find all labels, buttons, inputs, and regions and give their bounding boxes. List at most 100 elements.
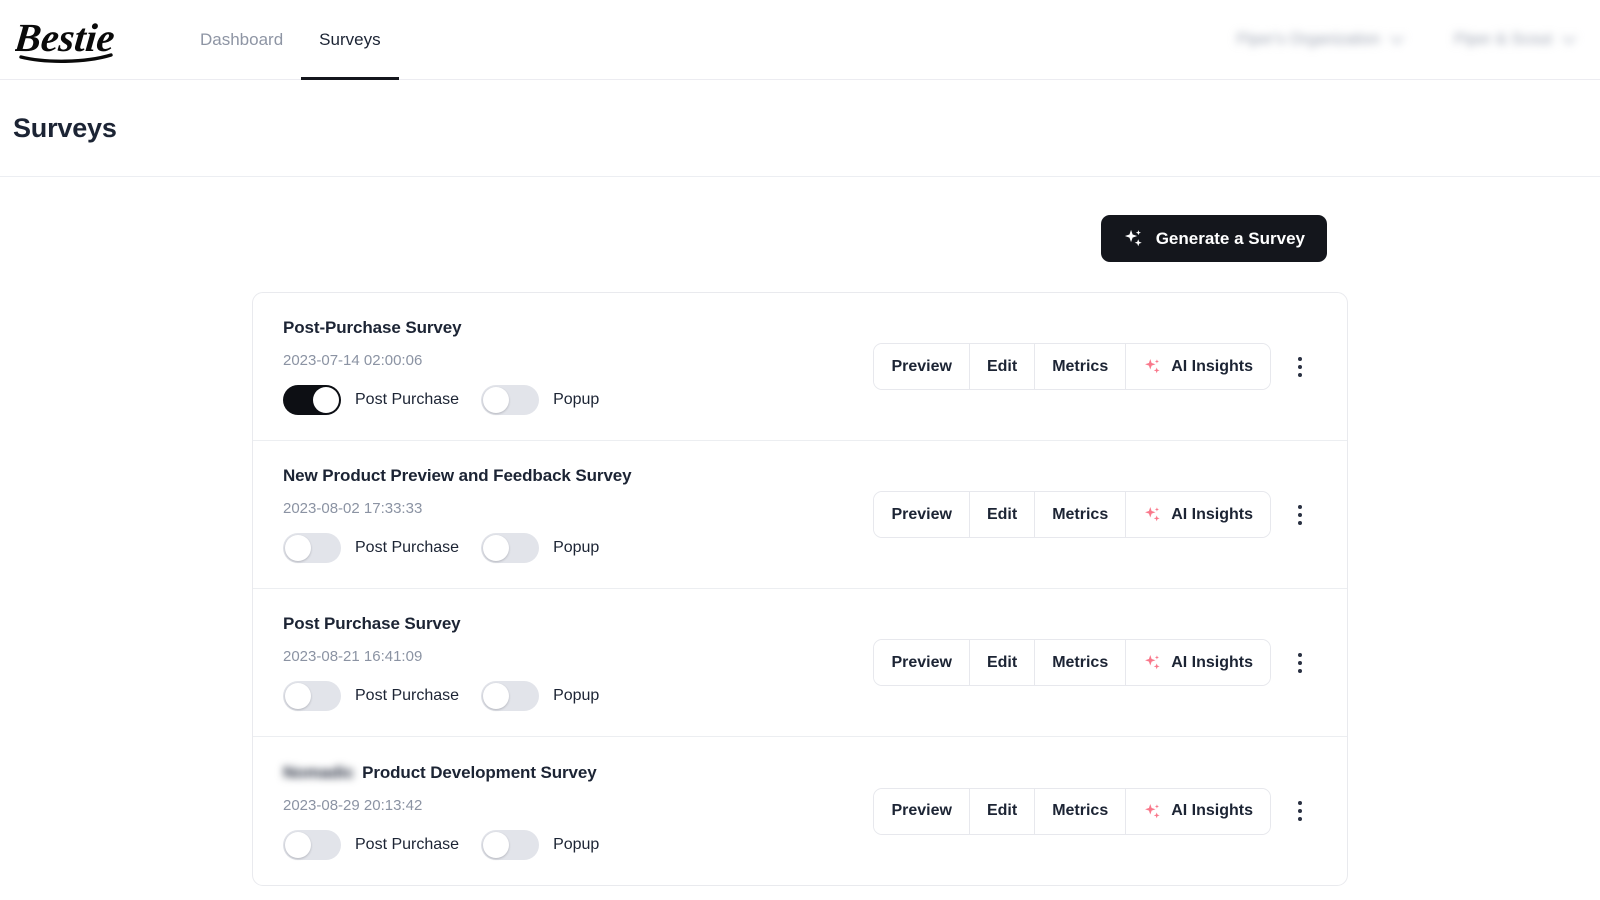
post-purchase-toggle[interactable] <box>283 830 341 860</box>
ai-insights-button[interactable]: AI Insights <box>1125 789 1270 834</box>
preview-button-label: Preview <box>891 654 951 672</box>
preview-button[interactable]: Preview <box>874 640 968 685</box>
preview-button-label: Preview <box>891 802 951 820</box>
metrics-button-label: Metrics <box>1052 506 1108 524</box>
post-purchase-toggle-label: Post Purchase <box>355 539 459 557</box>
post-purchase-toggle-group: Post Purchase <box>283 385 459 415</box>
survey-title: Post Purchase Survey <box>283 614 873 634</box>
survey-info: New Product Preview and Feedback Survey … <box>283 466 873 563</box>
popup-toggle[interactable] <box>481 830 539 860</box>
page-title-bar: Surveys <box>0 80 1600 177</box>
organization-switcher[interactable]: Piper's Organization <box>1237 31 1403 49</box>
toggle-knob <box>483 387 509 413</box>
ai-insights-button-label: AI Insights <box>1171 358 1253 376</box>
survey-timestamp: 2023-08-02 17:33:33 <box>283 500 873 517</box>
surveys-list-card: Post-Purchase Survey 2023-07-14 02:00:06… <box>252 292 1348 886</box>
toggle-knob <box>285 535 311 561</box>
ai-insights-button[interactable]: AI Insights <box>1125 492 1270 537</box>
popup-toggle-label: Popup <box>553 687 599 705</box>
chevron-down-icon <box>1562 30 1576 44</box>
nav-tab-dashboard[interactable]: Dashboard <box>182 0 301 80</box>
survey-title-prefix-redacted: Nomadic <box>283 763 354 783</box>
popup-toggle-label: Popup <box>553 391 599 409</box>
table-row[interactable]: New Product Preview and Feedback Survey … <box>253 441 1347 589</box>
survey-title-text: Post Purchase Survey <box>283 614 461 634</box>
bestie-logo[interactable]: Bestie <box>12 14 130 66</box>
nav-tab-surveys-label: Surveys <box>319 30 380 50</box>
ai-insights-button[interactable]: AI Insights <box>1125 640 1270 685</box>
nav-right-group: Piper's Organization Piper & Scout <box>1237 31 1574 49</box>
post-purchase-toggle[interactable] <box>283 681 341 711</box>
popup-toggle[interactable] <box>481 385 539 415</box>
ai-insights-button-label: AI Insights <box>1171 506 1253 524</box>
page-title: Surveys <box>13 113 117 144</box>
survey-title: New Product Preview and Feedback Survey <box>283 466 873 486</box>
kebab-menu-icon[interactable] <box>1285 643 1315 683</box>
popup-toggle[interactable] <box>481 681 539 711</box>
sparkles-icon <box>1123 228 1144 249</box>
primary-nav-tabs: Dashboard Surveys <box>182 0 399 80</box>
survey-title: Nomadic Product Development Survey <box>283 763 873 783</box>
popup-toggle-label: Popup <box>553 836 599 854</box>
popup-toggle-group: Popup <box>481 533 599 563</box>
post-purchase-toggle[interactable] <box>283 533 341 563</box>
preview-button[interactable]: Preview <box>874 344 968 389</box>
main-content: Generate a Survey Post-Purchase Survey 2… <box>0 177 1600 886</box>
survey-toggles: Post Purchase Popup <box>283 681 873 711</box>
table-row[interactable]: Post-Purchase Survey 2023-07-14 02:00:06… <box>253 293 1347 441</box>
post-purchase-toggle-group: Post Purchase <box>283 681 459 711</box>
survey-toggles: Post Purchase Popup <box>283 830 873 860</box>
post-purchase-toggle-label: Post Purchase <box>355 391 459 409</box>
edit-button-label: Edit <box>987 506 1017 524</box>
table-row[interactable]: Post Purchase Survey 2023-08-21 16:41:09… <box>253 589 1347 737</box>
post-purchase-toggle-group: Post Purchase <box>283 830 459 860</box>
metrics-button[interactable]: Metrics <box>1034 344 1125 389</box>
metrics-button[interactable]: Metrics <box>1034 640 1125 685</box>
chevron-down-icon <box>1390 30 1404 44</box>
preview-button[interactable]: Preview <box>874 789 968 834</box>
toggle-knob <box>285 832 311 858</box>
survey-timestamp: 2023-07-14 02:00:06 <box>283 352 873 369</box>
top-navigation-bar: Bestie Dashboard Surveys Piper's Organiz… <box>0 0 1600 80</box>
metrics-button-label: Metrics <box>1052 358 1108 376</box>
generate-survey-button[interactable]: Generate a Survey <box>1101 215 1327 262</box>
survey-title: Post-Purchase Survey <box>283 318 873 338</box>
metrics-button[interactable]: Metrics <box>1034 789 1125 834</box>
kebab-menu-icon[interactable] <box>1285 791 1315 831</box>
nav-tab-surveys[interactable]: Surveys <box>301 0 398 80</box>
surveys-toolbar: Generate a Survey <box>1 177 1599 262</box>
edit-button[interactable]: Edit <box>969 492 1034 537</box>
edit-button[interactable]: Edit <box>969 789 1034 834</box>
edit-button-label: Edit <box>987 802 1017 820</box>
row-actions: Preview Edit Metrics AI Insights <box>873 343 1315 390</box>
sparkles-icon <box>1143 653 1162 672</box>
edit-button-label: Edit <box>987 358 1017 376</box>
toggle-knob <box>483 683 509 709</box>
toggle-knob <box>285 683 311 709</box>
svg-text:Bestie: Bestie <box>15 15 117 60</box>
table-row[interactable]: Nomadic Product Development Survey 2023-… <box>253 737 1347 885</box>
survey-title-text: Post-Purchase Survey <box>283 318 461 338</box>
account-menu[interactable]: Piper & Scout <box>1454 31 1574 49</box>
edit-button[interactable]: Edit <box>969 344 1034 389</box>
row-actions: Preview Edit Metrics AI Insights <box>873 639 1315 686</box>
post-purchase-toggle[interactable] <box>283 385 341 415</box>
metrics-button[interactable]: Metrics <box>1034 492 1125 537</box>
post-purchase-toggle-group: Post Purchase <box>283 533 459 563</box>
survey-title-text: Product Development Survey <box>362 763 597 783</box>
survey-toggles: Post Purchase Popup <box>283 533 873 563</box>
survey-toggles: Post Purchase Popup <box>283 385 873 415</box>
kebab-menu-icon[interactable] <box>1285 347 1315 387</box>
survey-info: Post-Purchase Survey 2023-07-14 02:00:06… <box>283 318 873 415</box>
preview-button[interactable]: Preview <box>874 492 968 537</box>
ai-insights-button[interactable]: AI Insights <box>1125 344 1270 389</box>
toggle-knob <box>313 387 339 413</box>
nav-tab-dashboard-label: Dashboard <box>200 30 283 50</box>
toggle-knob <box>483 535 509 561</box>
sparkles-icon <box>1143 357 1162 376</box>
ai-insights-button-label: AI Insights <box>1171 802 1253 820</box>
popup-toggle-group: Popup <box>481 830 599 860</box>
popup-toggle[interactable] <box>481 533 539 563</box>
kebab-menu-icon[interactable] <box>1285 495 1315 535</box>
edit-button[interactable]: Edit <box>969 640 1034 685</box>
